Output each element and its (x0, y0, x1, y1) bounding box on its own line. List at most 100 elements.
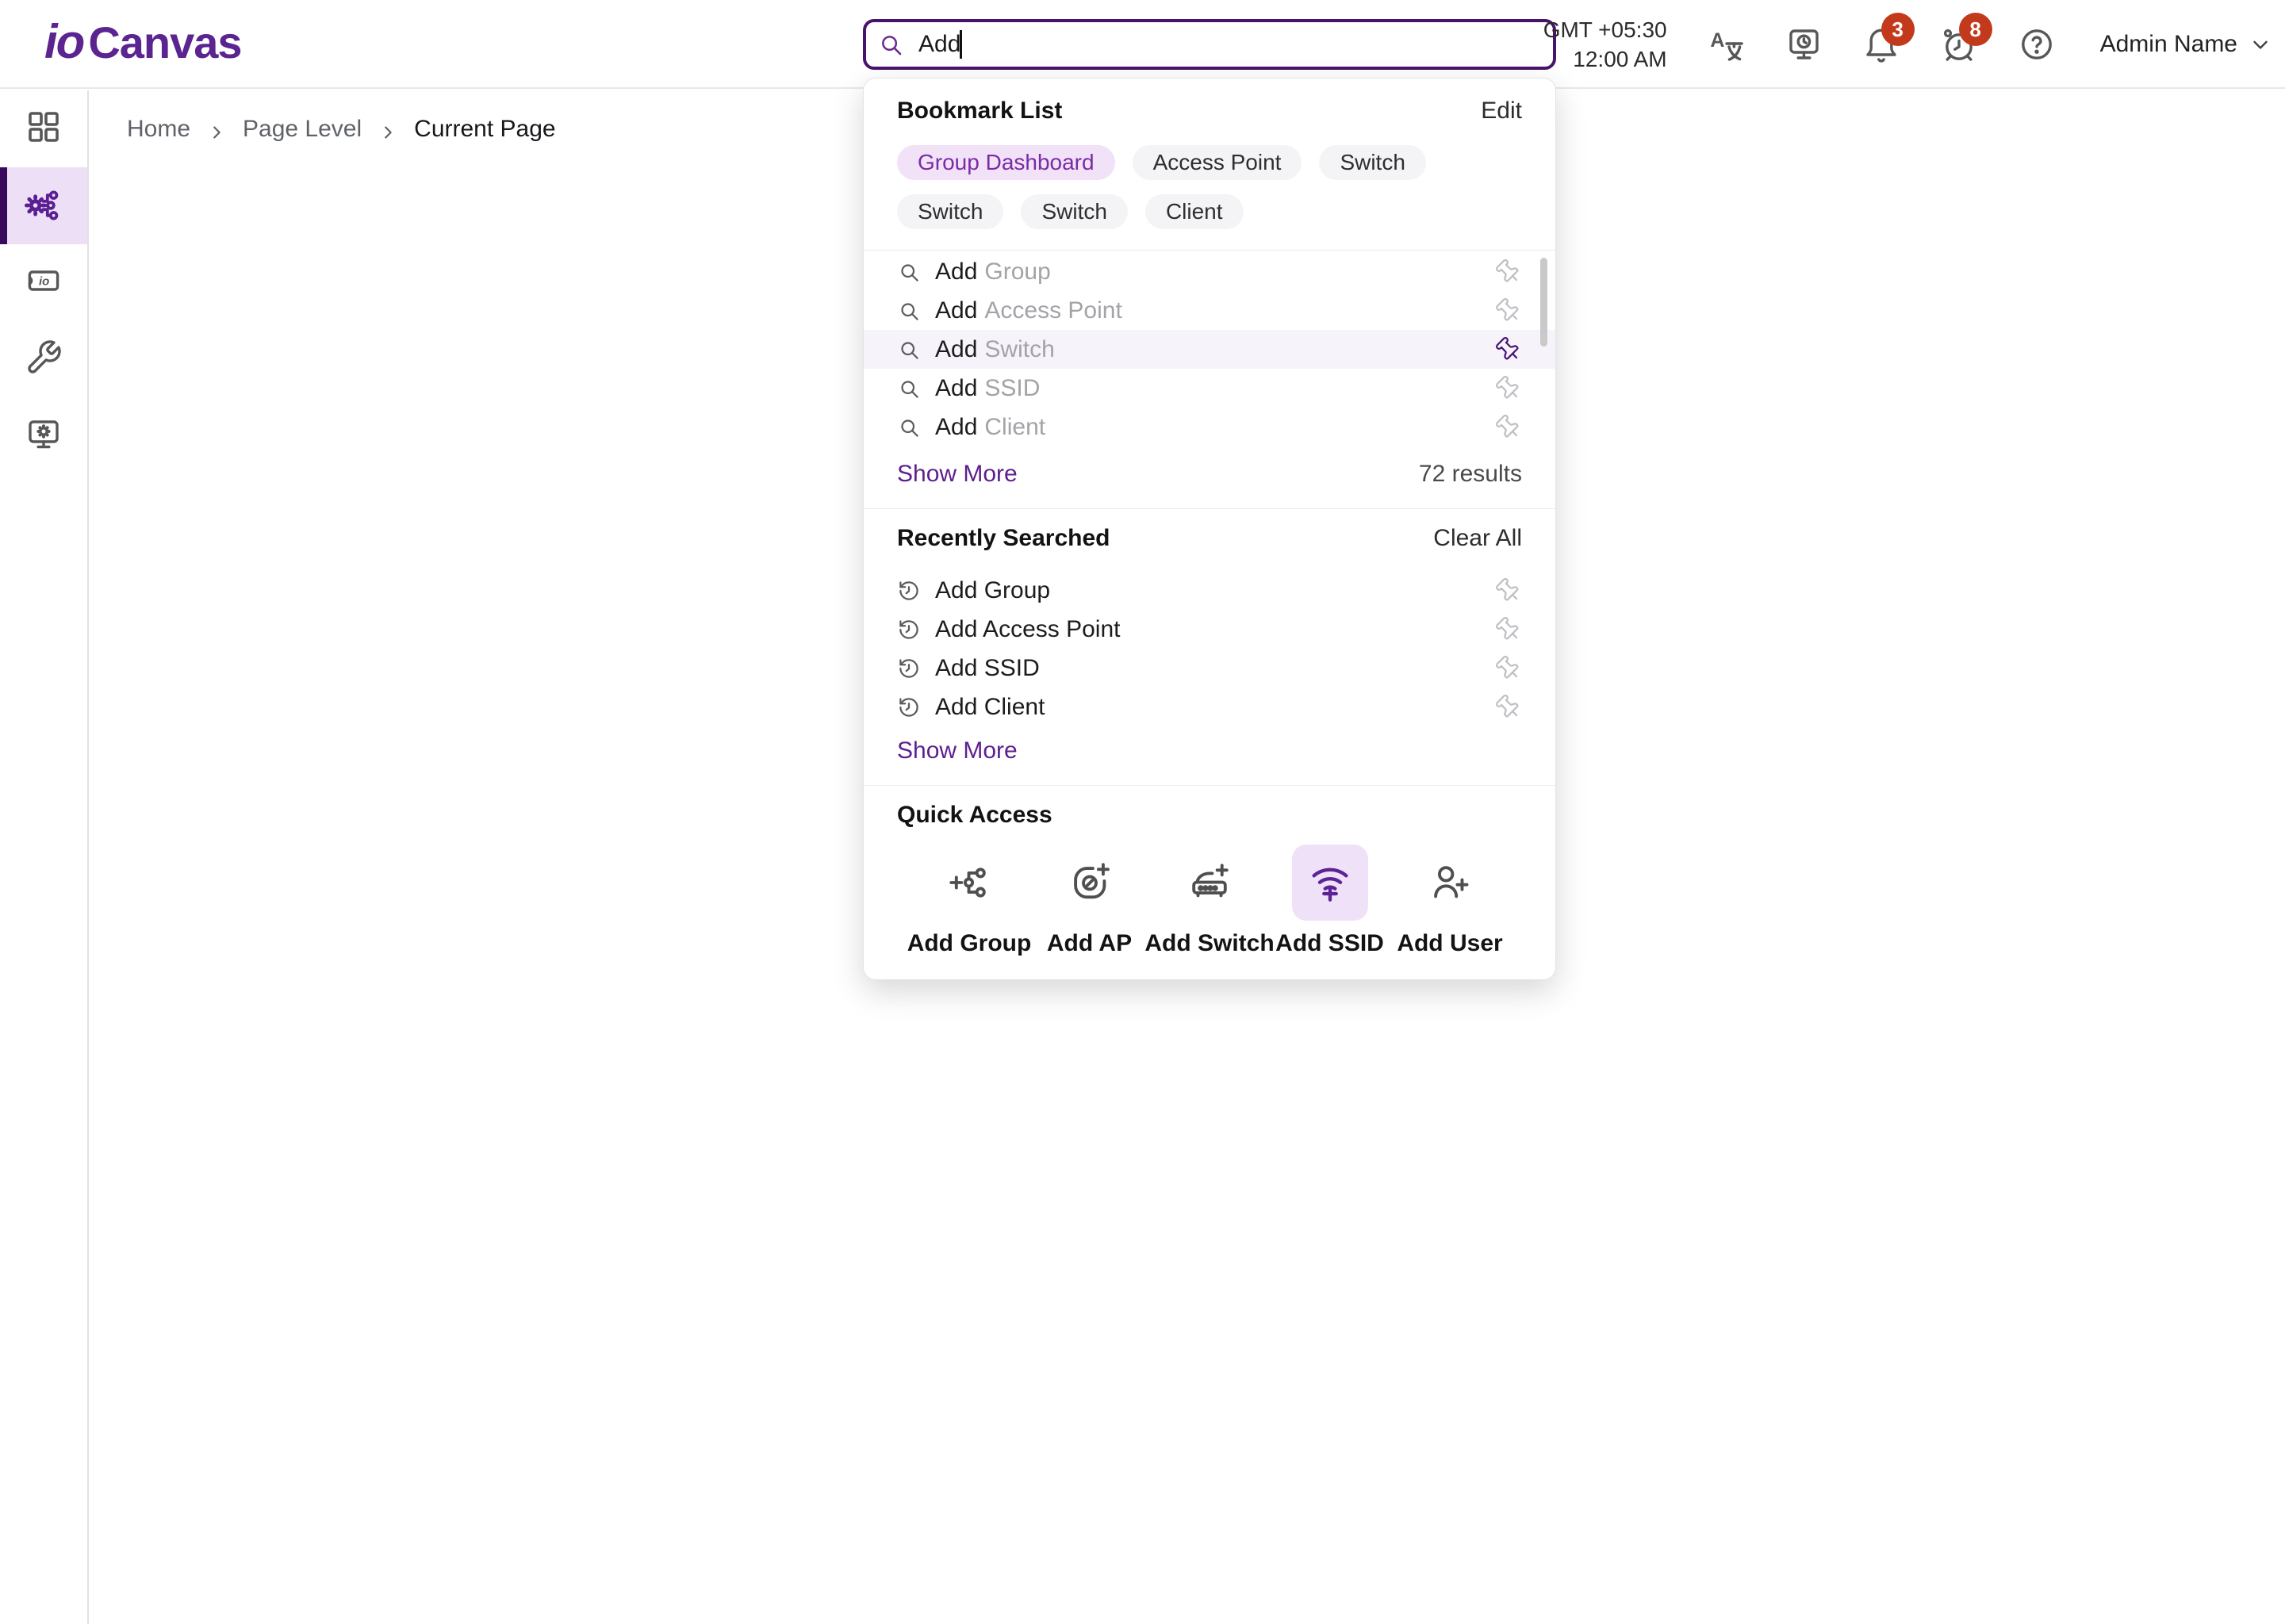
suggestion-suffix: Client (984, 414, 1045, 441)
bookmark-chip[interactable]: Switch (1021, 194, 1127, 229)
bookmark-edit-button[interactable]: Edit (1481, 98, 1522, 124)
suggestion-suffix: SSID (984, 375, 1040, 402)
recent-search-row[interactable]: Add Client (864, 688, 1555, 726)
suggestions-show-more-link[interactable]: Show More (897, 461, 1018, 488)
history-icon (897, 618, 921, 642)
pin-icon[interactable] (1489, 649, 1528, 687)
sidebar-item-system[interactable] (0, 398, 87, 475)
help-icon[interactable] (2018, 25, 2056, 63)
bookmark-chips: Group Dashboard Access Point Switch Swit… (897, 145, 1522, 229)
sidebar-item-dashboard[interactable] (0, 90, 87, 167)
suggestion-prefix: Add (935, 297, 977, 324)
search-icon (897, 260, 921, 284)
pin-icon[interactable] (1489, 291, 1528, 329)
quick-access-title: Quick Access (897, 802, 1052, 829)
recently-searched-title: Recently Searched (897, 525, 1110, 552)
admin-name-label: Admin Name (2100, 31, 2237, 58)
divider (864, 250, 1555, 251)
search-input[interactable] (863, 19, 1556, 70)
logo-text: Canvas (88, 17, 241, 68)
suggestion-suffix: Group (984, 259, 1050, 285)
quick-access-label: Add Group (907, 930, 1032, 957)
sidebar-item-tools[interactable] (0, 321, 87, 398)
suggestion-row[interactable]: Add Group (864, 252, 1555, 291)
bookmark-chip[interactable]: Switch (897, 194, 1003, 229)
suggestion-row[interactable]: Add Client (864, 408, 1555, 446)
pin-icon[interactable] (1489, 369, 1528, 407)
quick-access-add-ssid[interactable]: Add SSID (1271, 845, 1390, 957)
alarm-clock-icon[interactable]: 8 (1940, 25, 1978, 63)
recent-search-row[interactable]: Add Access Point (864, 610, 1555, 649)
pin-icon-pinned[interactable] (1489, 330, 1528, 368)
language-icon[interactable]: A (1707, 25, 1745, 63)
sidebar-item-license[interactable]: io (0, 244, 87, 321)
admin-menu[interactable]: Admin Name (2100, 31, 2272, 58)
add-ap-icon (1052, 845, 1128, 921)
network-settings-icon (25, 185, 63, 227)
monitor-clock-icon[interactable] (1785, 25, 1823, 63)
recent-show-more-link[interactable]: Show More (897, 737, 1018, 764)
search-icon (897, 416, 921, 439)
notifications-bell-icon[interactable]: 3 (1862, 25, 1900, 63)
bookmark-chip[interactable]: Group Dashboard (897, 145, 1115, 180)
chevron-down-icon (2249, 33, 2272, 56)
chevron-right-icon (379, 121, 397, 138)
bookmark-chip[interactable]: Switch (1319, 145, 1425, 180)
breadcrumb-home[interactable]: Home (127, 116, 190, 143)
global-search (863, 19, 1556, 70)
suggestion-prefix: Add (935, 259, 977, 285)
suggestion-row[interactable]: Add Switch (864, 330, 1555, 369)
clear-all-button[interactable]: Clear All (1433, 525, 1522, 552)
suggestion-row[interactable]: Add SSID (864, 369, 1555, 408)
suggestion-suffix: Switch (984, 336, 1054, 363)
suggestion-prefix: Add (935, 336, 977, 363)
search-icon (897, 299, 921, 323)
notification-badge: 3 (1881, 13, 1915, 46)
brand-logo[interactable]: io Canvas (44, 14, 242, 69)
license-icon: io (25, 262, 63, 304)
top-bar: io Canvas GMT +05:30 12:00 AM A (0, 0, 2285, 89)
recently-searched-list: Add Group Add Access Point Add SSID Add … (864, 571, 1555, 726)
result-count: 72 results (1419, 461, 1522, 488)
suggestion-row[interactable]: Add Access Point (864, 291, 1555, 330)
timezone-label: GMT +05:30 (1543, 15, 1667, 44)
bookmark-chip[interactable]: Client (1145, 194, 1244, 229)
quick-access-add-switch[interactable]: Add Switch (1150, 845, 1269, 957)
quick-access-add-ap[interactable]: Add AP (1030, 845, 1149, 957)
search-icon (897, 377, 921, 400)
breadcrumb: Home Page Level Current Page (127, 116, 556, 143)
pin-icon[interactable] (1489, 252, 1528, 290)
scrollbar-thumb[interactable] (1540, 258, 1547, 347)
search-dropdown-panel: Bookmark List Edit Group Dashboard Acces… (863, 78, 1556, 980)
app-root: io Canvas GMT +05:30 12:00 AM A (0, 0, 2285, 1624)
sidebar-item-network-config[interactable] (0, 167, 87, 244)
quick-access-add-user[interactable]: Add User (1390, 845, 1509, 957)
svg-text:A: A (1710, 29, 1724, 52)
recent-search-label: Add SSID (935, 655, 1040, 682)
dashboard-grid-icon (25, 108, 63, 150)
alarm-badge: 8 (1959, 13, 1992, 46)
pin-icon[interactable] (1489, 688, 1528, 726)
text-caret (960, 30, 962, 59)
suggestion-suffix: Access Point (984, 297, 1121, 324)
recent-search-row[interactable]: Add SSID (864, 649, 1555, 688)
history-icon (897, 657, 921, 680)
pin-icon[interactable] (1489, 610, 1528, 648)
left-nav: io (0, 90, 89, 1624)
search-icon (897, 338, 921, 362)
history-icon (897, 579, 921, 603)
recent-search-label: Add Access Point (935, 616, 1120, 643)
recent-search-row[interactable]: Add Group (864, 571, 1555, 610)
breadcrumb-page-level[interactable]: Page Level (243, 116, 362, 143)
bookmark-list-title: Bookmark List (897, 98, 1062, 124)
pin-icon[interactable] (1489, 408, 1528, 446)
add-ssid-icon (1292, 845, 1368, 921)
quick-access-label: Add User (1397, 930, 1502, 957)
quick-access-label: Add SSID (1275, 930, 1384, 957)
pin-icon[interactable] (1489, 571, 1528, 609)
add-user-icon (1412, 845, 1488, 921)
suggestion-prefix: Add (935, 375, 977, 402)
quick-access-add-group[interactable]: Add Group (910, 845, 1029, 957)
bookmark-chip[interactable]: Access Point (1133, 145, 1302, 180)
history-icon (897, 695, 921, 719)
